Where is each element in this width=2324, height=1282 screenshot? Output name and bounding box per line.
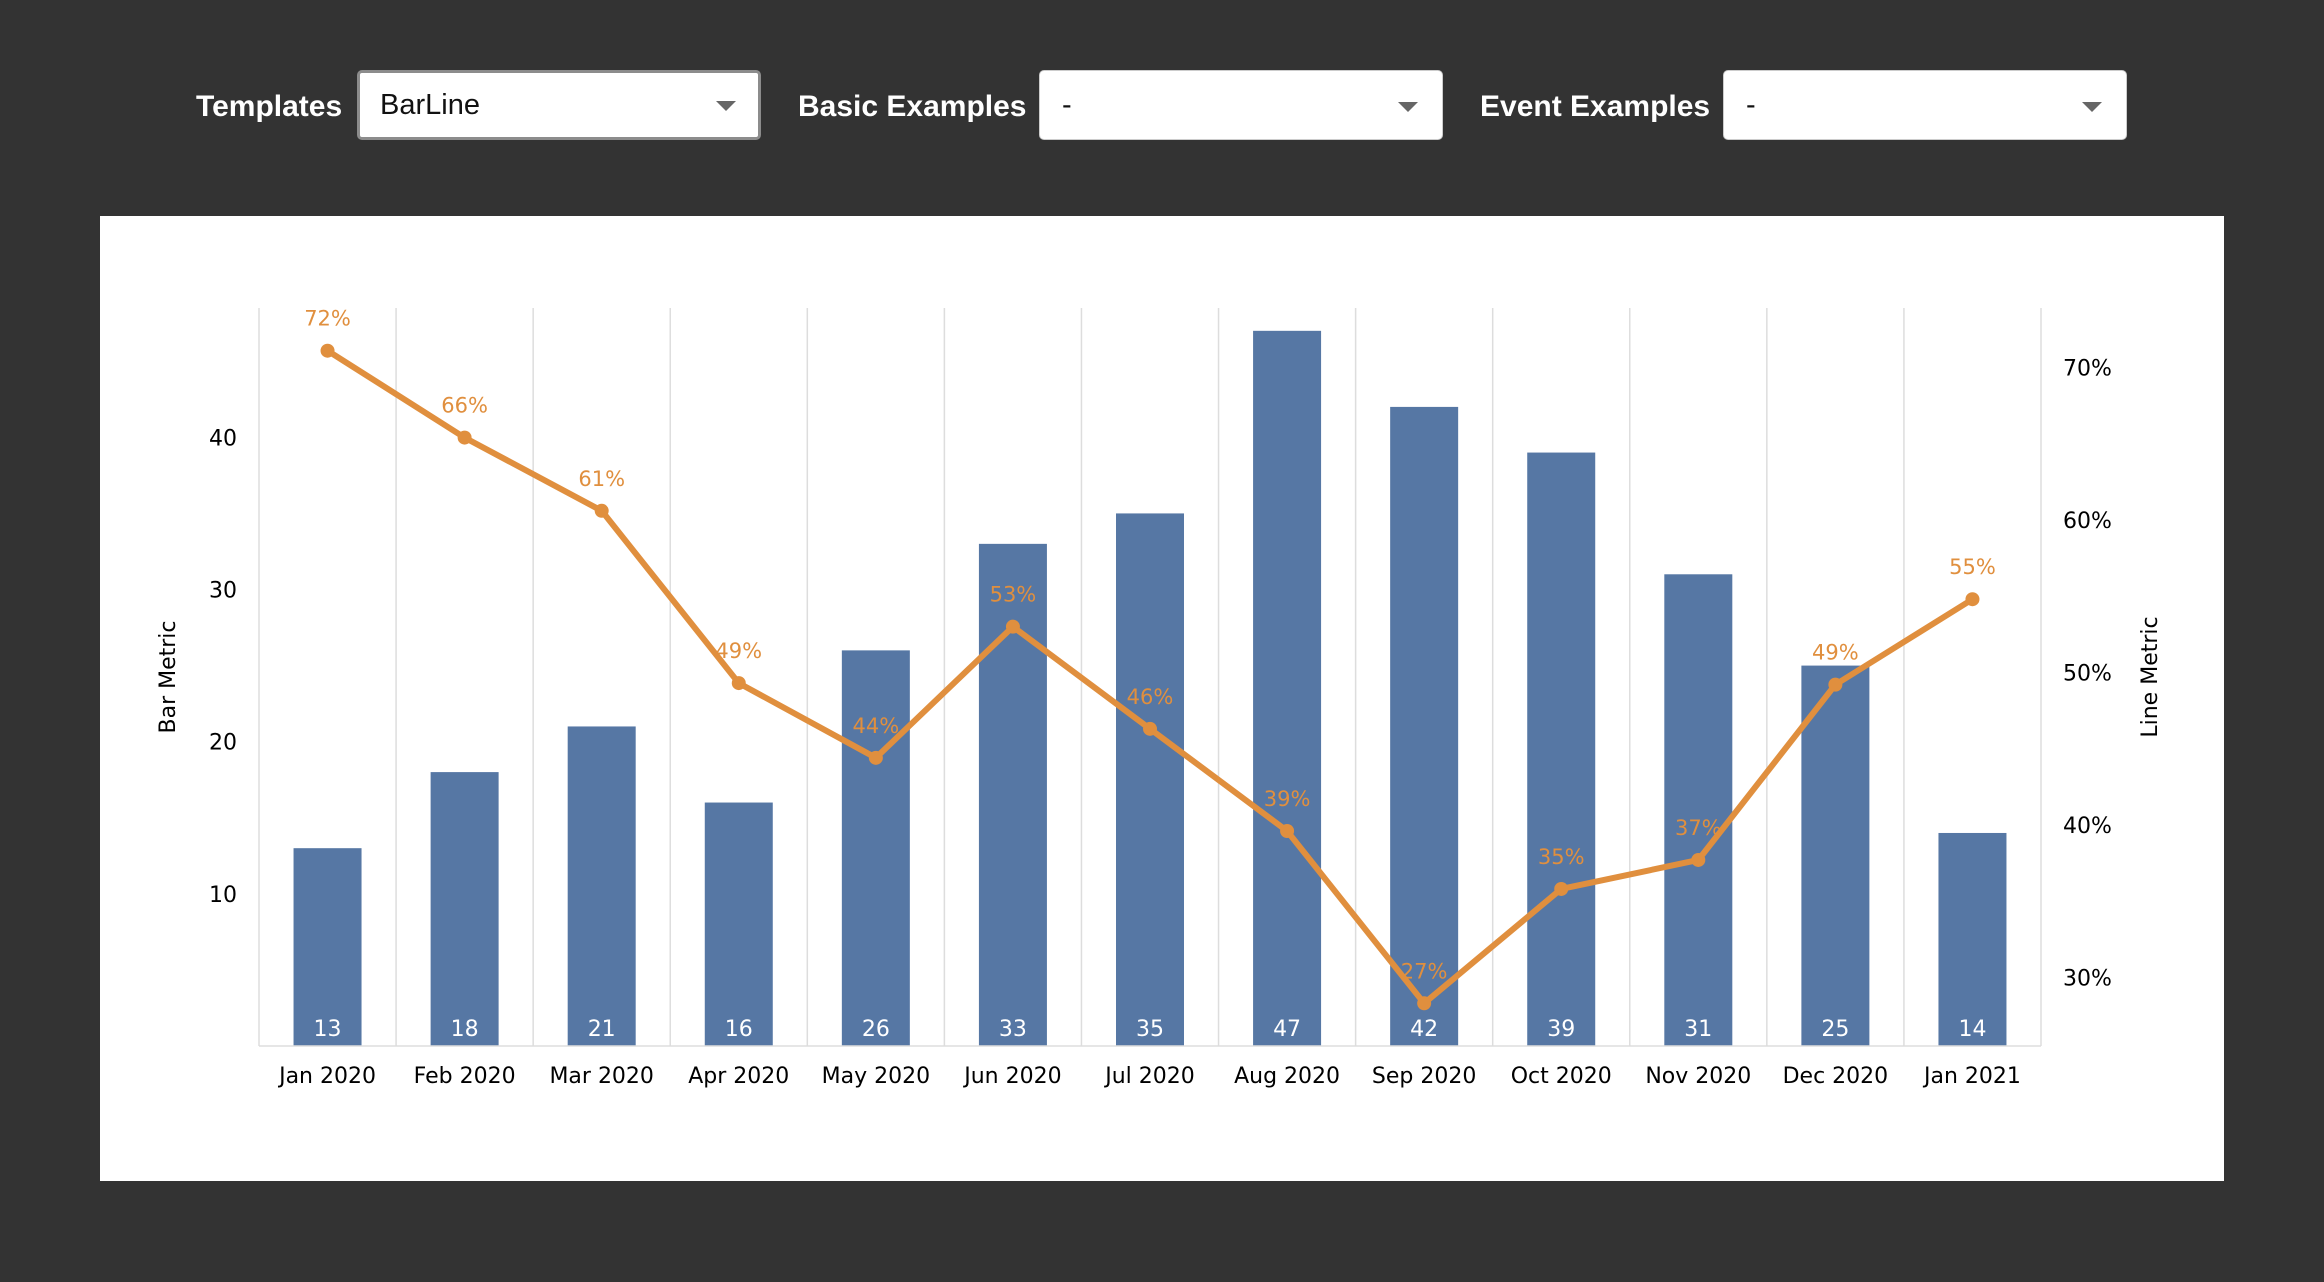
line-value-label: 55% (1949, 555, 1996, 579)
line-point (1280, 824, 1295, 839)
bar-value-label: 13 (314, 1017, 342, 1042)
line-point (1143, 721, 1157, 736)
line-point (1005, 619, 1020, 634)
line-value-label: 27% (1401, 959, 1448, 983)
templates-label: Templates (196, 90, 343, 123)
y2-tick-label: 60% (2063, 509, 2112, 534)
line-point (731, 676, 746, 691)
line-value-label: 46% (1127, 685, 1174, 709)
bar-value-label: 35 (1136, 1017, 1164, 1042)
basic-examples-select[interactable]: - (1039, 70, 1443, 140)
event-examples-select-value: - (1746, 89, 1756, 121)
basic-examples-select-value: - (1062, 89, 1072, 121)
bar-value-label: 26 (862, 1017, 890, 1042)
x-tick-label: Nov 2020 (1645, 1064, 1751, 1089)
line-point (594, 503, 609, 518)
x-tick-label: Jun 2020 (962, 1064, 1061, 1089)
bar (1664, 574, 1733, 1046)
line-point (1417, 996, 1432, 1011)
line-value-label: 37% (1675, 816, 1722, 840)
bar (1801, 665, 1870, 1046)
line-point (1691, 852, 1706, 867)
y-axis-title: Bar Metric (156, 620, 181, 733)
y-tick-label: 10 (209, 883, 237, 908)
bar-line-chart: Jan 2020 Feb 2020 Mar 2020 Apr 2020 May 2020… (156, 307, 2163, 1089)
chevron-down-icon (1398, 102, 1418, 112)
bar-value-label: 21 (588, 1017, 616, 1042)
chevron-down-icon (716, 101, 736, 111)
x-tick-label: Dec 2020 (1783, 1064, 1889, 1089)
line-point (1828, 677, 1843, 692)
x-tick-label: Jan 2020 (277, 1064, 376, 1089)
line-point (1965, 592, 1980, 607)
chart-panel: Jan 2020 Feb 2020 Mar 2020 Apr 2020 May 2020… (100, 216, 2224, 1181)
bar-value-label: 39 (1547, 1017, 1575, 1042)
line-value-label: 61% (578, 467, 625, 491)
line-value-label: 44% (853, 714, 900, 738)
y-tick-label: 20 (209, 731, 237, 756)
x-tick-label: Oct 2020 (1511, 1064, 1612, 1089)
bar (1527, 452, 1596, 1046)
x-tick-label: Aug 2020 (1234, 1064, 1340, 1089)
event-examples-select[interactable]: - (1723, 70, 2127, 140)
bar (1116, 513, 1184, 1046)
bar (567, 726, 636, 1046)
bar (1253, 330, 1322, 1047)
bar-value-label: 42 (1410, 1017, 1438, 1042)
bar-value-label: 47 (1273, 1017, 1301, 1042)
basic-examples-label: Basic Examples (798, 90, 1027, 123)
bar-value-label: 33 (999, 1017, 1027, 1042)
y2-axis-title: Line Metric (2138, 616, 2163, 737)
line-value-label: 72% (304, 307, 351, 331)
line-value-label: 53% (990, 583, 1037, 607)
line-value-label: 35% (1538, 845, 1585, 869)
y2-tick-label: 30% (2063, 966, 2112, 991)
line-value-label: 39% (1264, 787, 1311, 811)
x-tick-label: Sep 2020 (1372, 1064, 1476, 1089)
y2-tick-label: 70% (2063, 356, 2112, 381)
line-value-label: 66% (441, 394, 488, 418)
bar (1938, 832, 2007, 1046)
bar-value-label: 16 (725, 1017, 753, 1042)
bar-value-label: 25 (1821, 1017, 1849, 1042)
x-tick-label: Mar 2020 (549, 1064, 654, 1089)
y-tick-label: 40 (209, 426, 237, 451)
line-point (457, 430, 472, 445)
line-value-label: 49% (715, 639, 762, 663)
event-examples-label: Event Examples (1480, 90, 1711, 123)
templates-select[interactable]: BarLine (357, 70, 761, 140)
line-point (868, 750, 883, 765)
line-point (320, 343, 335, 358)
line-point (1554, 881, 1569, 896)
bar (1390, 406, 1459, 1046)
bar-value-label: 31 (1684, 1017, 1712, 1042)
x-tick-label: Apr 2020 (688, 1064, 789, 1089)
bar (841, 650, 910, 1046)
toolbar: Templates BarLine Basic Examples - Event… (0, 70, 2324, 144)
templates-select-value: BarLine (380, 89, 480, 121)
x-tick-label: May 2020 (822, 1064, 930, 1089)
y-tick-label: 30 (209, 579, 237, 604)
y2-tick-label: 50% (2063, 661, 2112, 686)
x-tick-label: Jan 2021 (1922, 1064, 2021, 1089)
y2-tick-label: 40% (2063, 814, 2112, 839)
x-tick-label: Jul 2020 (1103, 1064, 1195, 1089)
x-tick-label: Feb 2020 (414, 1064, 516, 1089)
bar-value-label: 18 (451, 1017, 479, 1042)
bar (430, 772, 499, 1046)
chevron-down-icon (2082, 102, 2102, 112)
bar (704, 802, 773, 1046)
bar (978, 543, 1047, 1046)
bar-value-label: 14 (1958, 1017, 1986, 1042)
line-value-label: 49% (1812, 641, 1859, 665)
